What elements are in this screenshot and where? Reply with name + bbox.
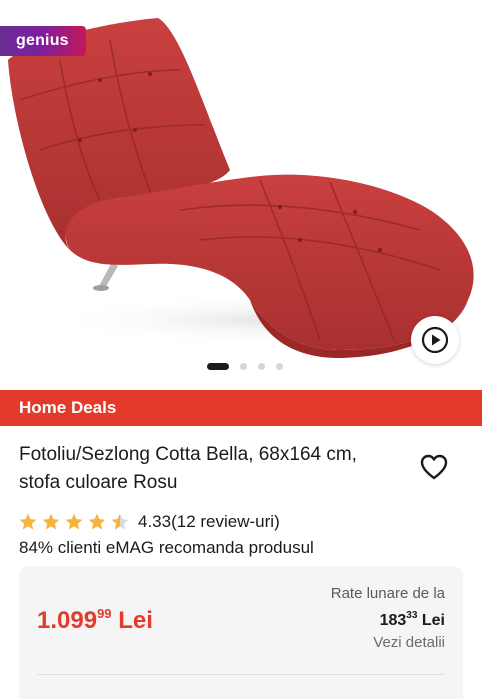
home-deals-banner[interactable]: Home Deals xyxy=(0,390,482,426)
installment-price: 18333 Lei xyxy=(380,610,445,630)
gallery-dot[interactable] xyxy=(240,363,247,370)
heart-outline-icon[interactable] xyxy=(419,453,449,481)
recommend-text: 84% clienti eMAG recomanda produsul xyxy=(19,538,314,557)
star-icon xyxy=(65,513,83,530)
installment-integer: 183 xyxy=(379,612,407,629)
play-video-button[interactable] xyxy=(411,316,459,364)
gallery-dot[interactable] xyxy=(258,363,265,370)
gallery-dot-active[interactable] xyxy=(207,363,229,370)
rating-row[interactable]: 4.33 (12 review-uri) xyxy=(18,511,280,533)
genius-badge: genius xyxy=(0,26,86,56)
star-icon xyxy=(88,513,106,530)
star-icon xyxy=(42,513,60,530)
gallery-dot[interactable] xyxy=(276,363,283,370)
installment-currency: Lei xyxy=(421,612,445,629)
price-integer: 1.099 xyxy=(37,607,98,634)
installment-details-link[interactable]: Vezi detalii xyxy=(373,634,445,651)
installments-label: Rate lunare de la xyxy=(330,585,445,602)
play-circle-icon xyxy=(421,326,449,354)
product-price: 1.09999 Lei xyxy=(37,606,153,635)
price-card: 1.09999 Lei Rate lunare de la 18333 Lei … xyxy=(19,566,463,699)
review-count-link[interactable]: (12 review-uri) xyxy=(171,512,280,532)
price-decimals: 99 xyxy=(97,606,112,621)
star-half-icon xyxy=(111,513,129,530)
star-icon xyxy=(19,513,37,530)
product-image xyxy=(8,18,474,358)
gallery-pagination xyxy=(207,363,283,370)
product-title: Fotoliu/Sezlong Cotta Bella, 68x164 cm, … xyxy=(19,444,357,493)
divider xyxy=(37,674,445,675)
product-image-gallery[interactable]: genius xyxy=(0,0,482,388)
installment-decimals: 33 xyxy=(406,610,418,621)
price-currency: Lei xyxy=(118,607,153,634)
rating-value: 4.33 xyxy=(138,512,172,531)
rating-stars xyxy=(18,512,130,532)
